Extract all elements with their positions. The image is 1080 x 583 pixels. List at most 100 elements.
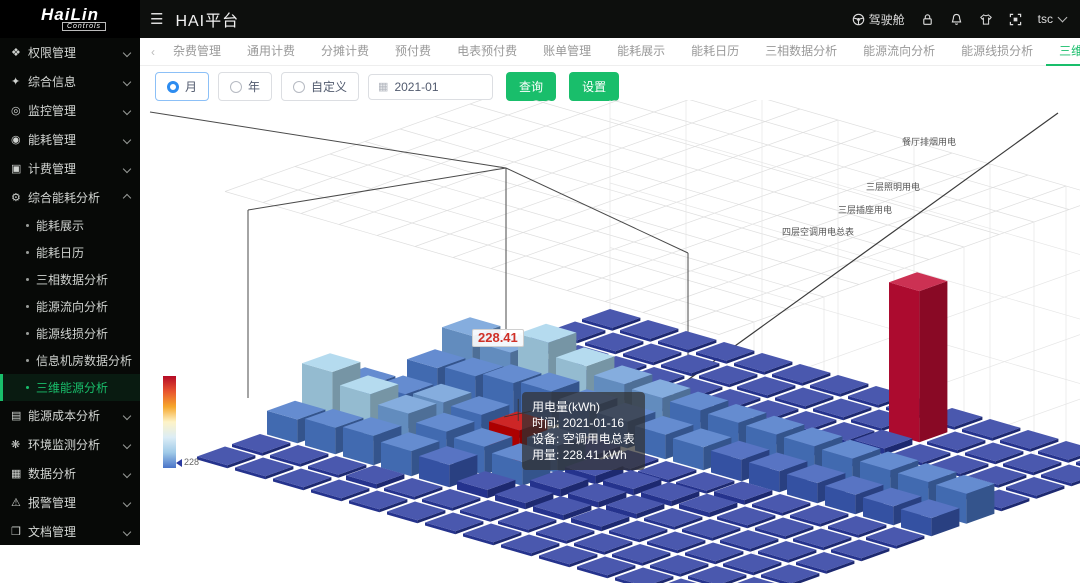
cockpit-button[interactable]: 驾驶舱 — [852, 11, 905, 28]
tooltip-title: 用电量(kWh) — [532, 399, 635, 415]
sidebar-subitem-能耗展示[interactable]: 能耗展示 — [0, 212, 140, 239]
tooltip-usage: 用量: 228.41 kWh — [532, 447, 635, 463]
tab-账单管理[interactable]: 账单管理 — [530, 38, 604, 64]
tab-能耗展示[interactable]: 能耗展示 — [604, 38, 678, 64]
sidebar-subitem-能耗日历[interactable]: 能耗日历 — [0, 239, 140, 266]
chevron-up-icon — [123, 193, 131, 201]
tab-电表预付费[interactable]: 电表预付费 — [444, 38, 530, 64]
sidebar-subitem-能源线损分析[interactable]: 能源线损分析 — [0, 320, 140, 347]
tab-通用计费[interactable]: 通用计费 — [234, 38, 308, 64]
sidebar-subitem-label: 三维能源分析 — [36, 379, 108, 396]
tab-bar: ‹ 杂费管理通用计费分摊计费预付费电表预付费账单管理能耗展示能耗日历三相数据分析… — [140, 38, 1080, 66]
period-option-label: 年 — [248, 78, 260, 95]
notifications-button[interactable] — [950, 13, 963, 26]
tab-杂费管理[interactable]: 杂费管理 — [160, 38, 234, 64]
chart-tooltip: 用电量(kWh) 时间: 2021-01-16 设备: 空调用电总表 用量: 2… — [522, 392, 645, 470]
sidebar-item-label: 综合能耗分析 — [28, 189, 100, 206]
settings-button[interactable]: 设置 — [569, 72, 619, 101]
tab-能源线损分析[interactable]: 能源线损分析 — [948, 38, 1046, 64]
sidebar-subitem-三相数据分析[interactable]: 三相数据分析 — [0, 266, 140, 293]
calendar-icon: ▦ — [378, 80, 388, 93]
sidebar-subitem-label: 能耗展示 — [36, 217, 84, 234]
radio-icon[interactable] — [293, 81, 305, 93]
sidebar-subitem-label: 信息机房数据分析 — [36, 352, 132, 369]
tooltip-device: 设备: 空调用电总表 — [532, 431, 635, 447]
sidebar-item-综合能耗分析[interactable]: ⚙综合能耗分析 — [0, 183, 140, 212]
sidebar-item-报警管理[interactable]: ⚠报警管理 — [0, 488, 140, 517]
chevron-down-icon — [123, 106, 131, 114]
cost-icon: ▤ — [11, 409, 28, 422]
chart-3d-scene: 四层空调用电总表三层插座用电三层照明用电餐厅排烟用电 — [140, 100, 1080, 583]
sidebar-item-监控管理[interactable]: ◎监控管理 — [0, 96, 140, 125]
period-option-自定义[interactable]: 自定义 — [281, 72, 359, 101]
sidebar-subitem-三维能源分析[interactable]: 三维能源分析 — [0, 374, 140, 401]
visualmap-gradient[interactable] — [163, 376, 176, 468]
document-icon: ❒ — [11, 525, 28, 538]
sidebar-item-label: 综合信息 — [28, 73, 76, 90]
tabs-scroll-left-icon[interactable]: ‹ — [146, 45, 160, 59]
tabs: 杂费管理通用计费分摊计费预付费电表预付费账单管理能耗展示能耗日历三相数据分析能源… — [160, 38, 1080, 66]
month-picker[interactable]: ▦ 2021-01 — [368, 74, 493, 100]
sidebar-item-环境监测分析[interactable]: ❋环境监测分析 — [0, 430, 140, 459]
chevron-down-icon — [123, 498, 131, 506]
energy-3d-chart[interactable]: 四层空调用电总表三层插座用电三层照明用电餐厅排烟用电 228.41 用电量(kW… — [140, 100, 1080, 583]
collapse-menu-icon[interactable]: ☰ — [150, 10, 163, 28]
sidebar-item-label: 文档管理 — [28, 523, 76, 540]
user-menu[interactable]: tsc — [1038, 12, 1066, 26]
tab-能耗日历[interactable]: 能耗日历 — [678, 38, 752, 64]
sidebar-item-权限管理[interactable]: ❖权限管理 — [0, 38, 140, 67]
sidebar-item-文档管理[interactable]: ❒文档管理 — [0, 517, 140, 546]
visualmap-handle-icon[interactable] — [176, 459, 182, 467]
filter-bar: 月 年 自定义 ▦ 2021-01 查询 设置 — [155, 72, 619, 101]
sidebar-item-label: 报警管理 — [28, 494, 76, 511]
shirt-icon — [979, 13, 993, 26]
alarm-icon: ⚠ — [11, 496, 28, 509]
data-chart-icon: ▦ — [11, 467, 28, 480]
lock-icon — [921, 13, 934, 26]
sidebar-item-label: 权限管理 — [28, 44, 76, 61]
sidebar-item-能源成本分析[interactable]: ▤能源成本分析 — [0, 401, 140, 430]
device-axis-label: 三层照明用电 — [866, 181, 920, 192]
bullet-icon — [26, 224, 29, 227]
monitor-icon: ◎ — [11, 104, 28, 117]
tab-三相数据分析[interactable]: 三相数据分析 — [752, 38, 850, 64]
visualmap-legend[interactable]: 228 — [163, 376, 223, 486]
bullet-icon — [26, 278, 29, 281]
billing-icon: ▣ — [11, 162, 28, 175]
theme-button[interactable] — [979, 13, 993, 26]
sidebar-item-综合信息[interactable]: ✦综合信息 — [0, 67, 140, 96]
chevron-down-icon — [123, 411, 131, 419]
tab-预付费[interactable]: 预付费 — [382, 38, 444, 64]
month-value: 2021-01 — [394, 80, 438, 94]
sidebar-item-计费管理[interactable]: ▣计费管理 — [0, 154, 140, 183]
tab-三维能源分析[interactable]: 三维能源分析× — [1046, 38, 1080, 66]
sidebar-item-数据分析[interactable]: ▦数据分析 — [0, 459, 140, 488]
tab-能源流向分析[interactable]: 能源流向分析 — [850, 38, 948, 64]
bullet-icon — [26, 386, 29, 389]
sidebar-subitem-label: 三相数据分析 — [36, 271, 108, 288]
bullet-icon — [26, 305, 29, 308]
sidebar-item-label: 环境监测分析 — [28, 436, 100, 453]
sidebar-menu: ❖权限管理✦综合信息◎监控管理◉能耗管理▣计费管理⚙综合能耗分析能耗展示能耗日历… — [0, 38, 140, 545]
username: tsc — [1038, 12, 1053, 26]
tab-分摊计费[interactable]: 分摊计费 — [308, 38, 382, 64]
sidebar-item-label: 监控管理 — [28, 102, 76, 119]
radio-icon[interactable] — [167, 81, 179, 93]
selected-bar-value-label: 228.41 — [472, 329, 524, 347]
sidebar-item-label: 数据分析 — [28, 465, 76, 482]
sidebar-item-label: 能源成本分析 — [28, 407, 100, 424]
sidebar-subitem-能源流向分析[interactable]: 能源流向分析 — [0, 293, 140, 320]
period-option-年[interactable]: 年 — [218, 72, 272, 101]
chevron-down-icon — [123, 164, 131, 172]
sidebar-subitem-信息机房数据分析[interactable]: 信息机房数据分析 — [0, 347, 140, 374]
period-option-月[interactable]: 月 — [155, 72, 209, 101]
sidebar-item-能耗管理[interactable]: ◉能耗管理 — [0, 125, 140, 154]
radio-icon[interactable] — [230, 81, 242, 93]
fullscreen-button[interactable] — [1009, 13, 1022, 26]
app-title: HAI平台 — [175, 7, 239, 31]
chevron-down-icon — [123, 527, 131, 535]
query-button[interactable]: 查询 — [506, 72, 556, 101]
cockpit-label: 驾驶舱 — [869, 11, 905, 28]
lock-button[interactable] — [921, 13, 934, 26]
environment-icon: ❋ — [11, 438, 28, 451]
